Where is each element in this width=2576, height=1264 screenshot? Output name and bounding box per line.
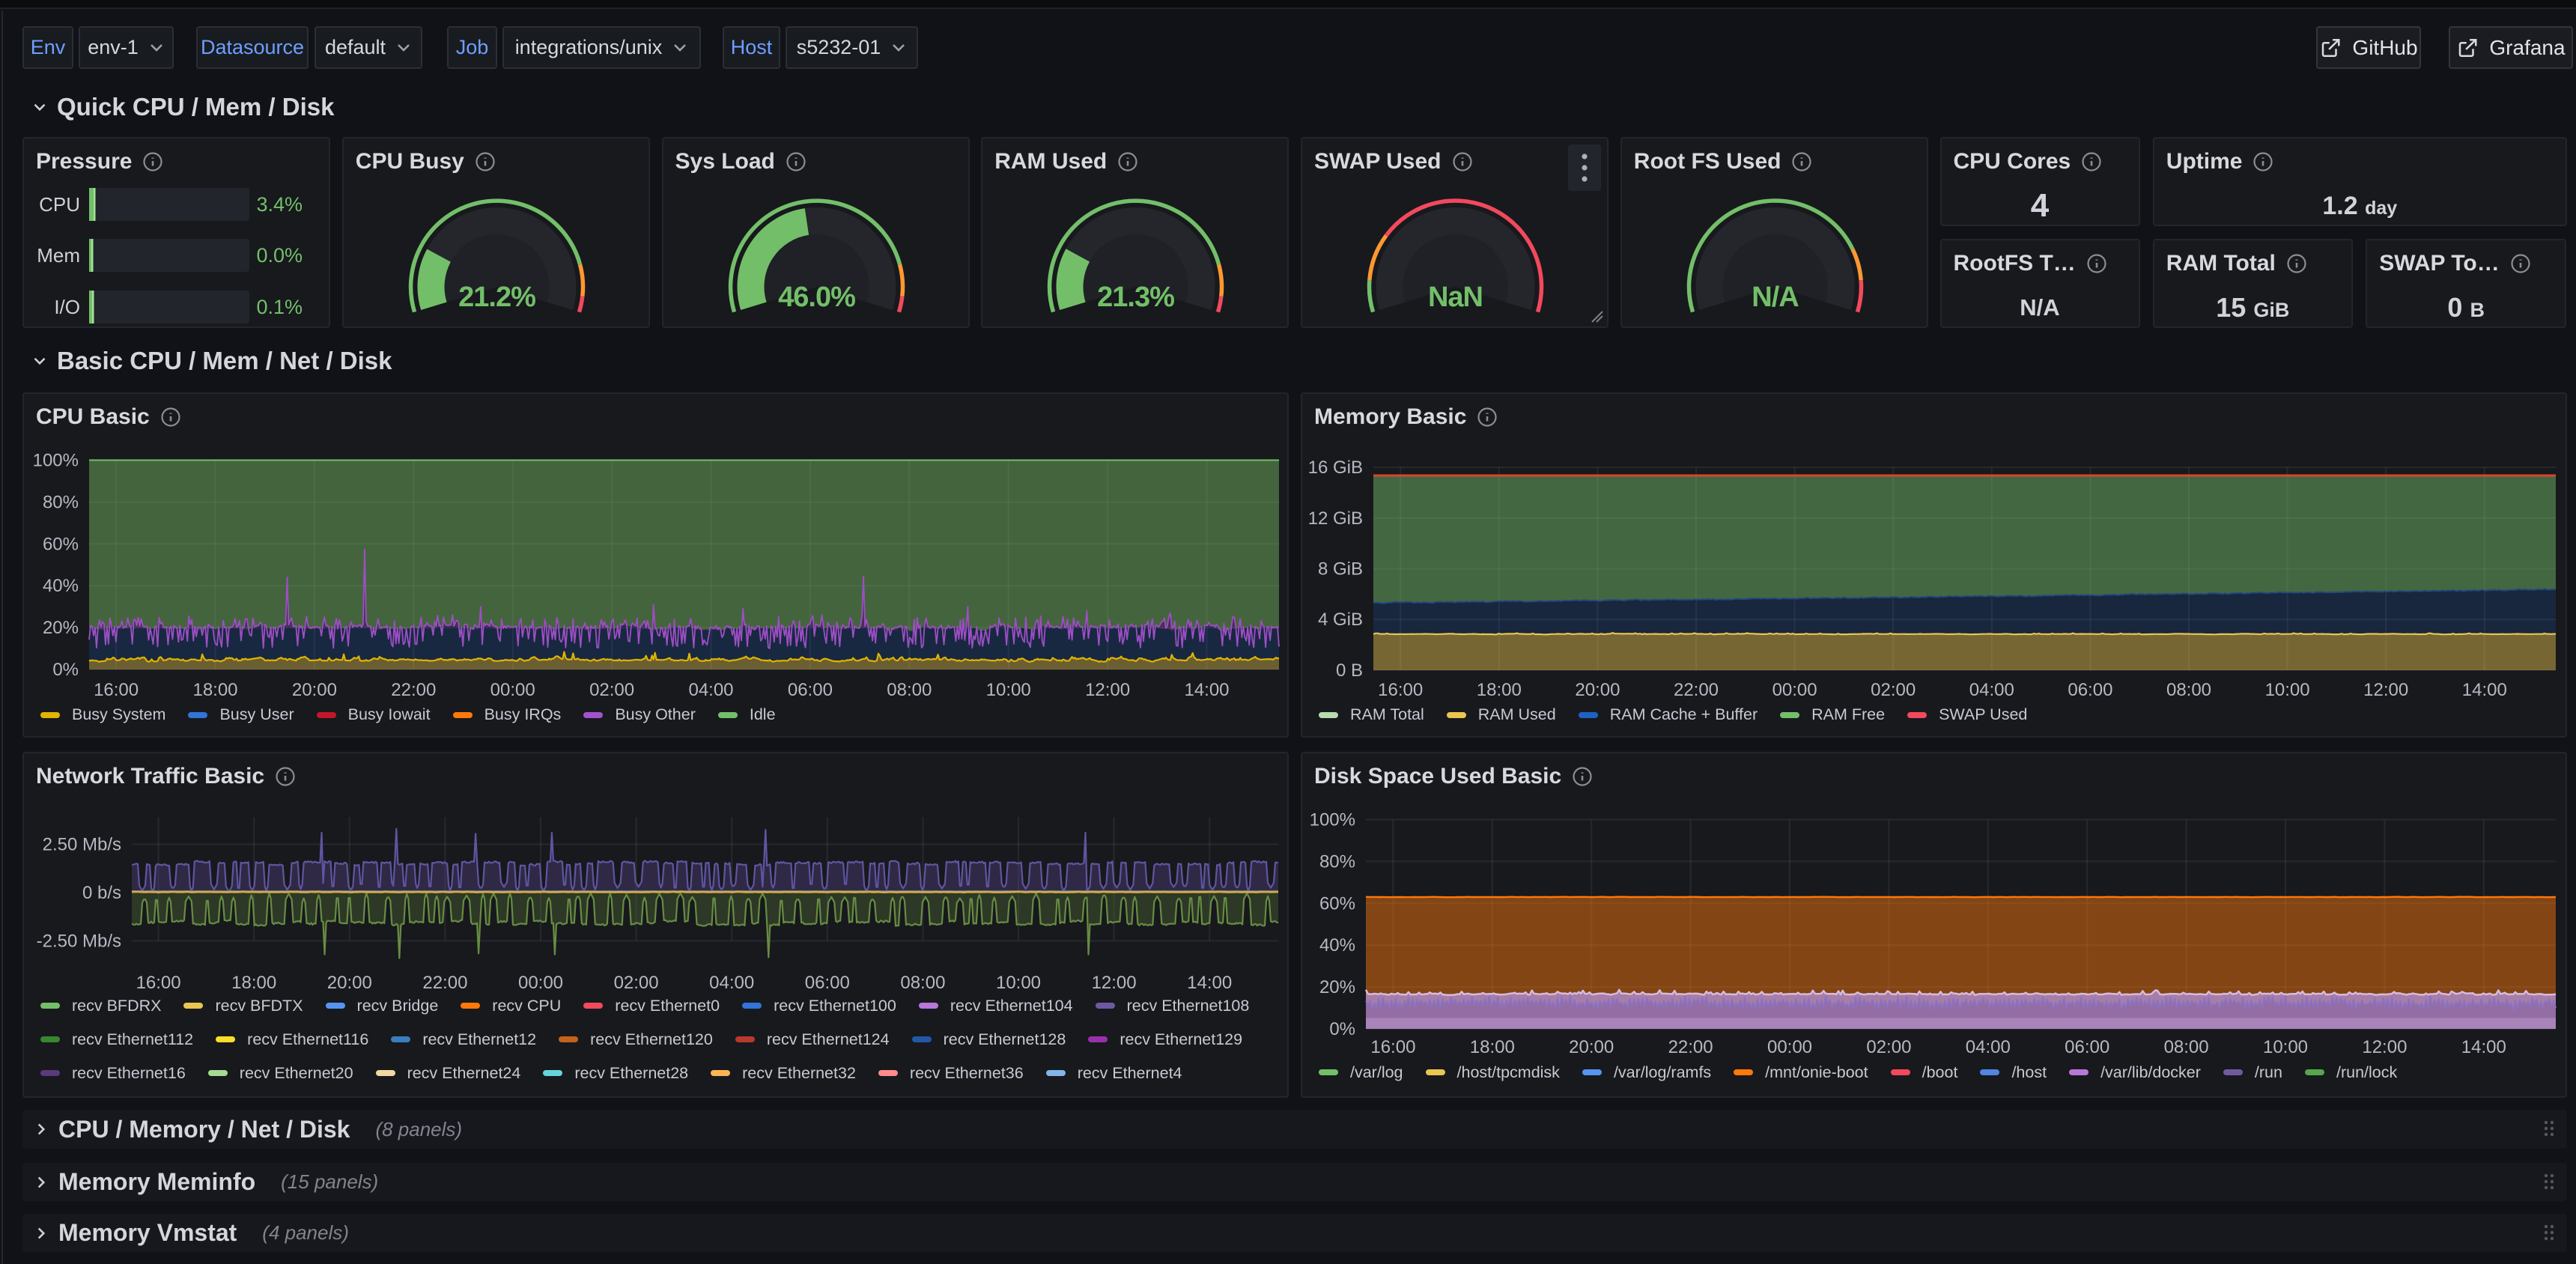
- svg-text:N/A: N/A: [1752, 282, 1799, 313]
- svg-text:04:00: 04:00: [1969, 680, 2014, 700]
- svg-text:46.0%: 46.0%: [778, 282, 855, 313]
- svg-text:0%: 0%: [52, 660, 79, 680]
- svg-text:08:00: 08:00: [887, 680, 932, 700]
- svg-text:40%: 40%: [43, 576, 79, 596]
- svg-text:60%: 60%: [1319, 893, 1355, 914]
- svg-text:21.3%: 21.3%: [1097, 282, 1174, 313]
- svg-text:20:00: 20:00: [1575, 680, 1620, 700]
- svg-text:10:00: 10:00: [986, 680, 1031, 700]
- svg-text:02:00: 02:00: [589, 680, 634, 700]
- svg-text:06:00: 06:00: [2068, 680, 2112, 700]
- svg-text:18:00: 18:00: [231, 973, 276, 993]
- svg-text:04:00: 04:00: [1966, 1037, 2011, 1057]
- svg-text:04:00: 04:00: [709, 973, 754, 993]
- svg-text:14:00: 14:00: [2461, 1037, 2506, 1057]
- svg-text:18:00: 18:00: [192, 680, 237, 700]
- svg-text:12:00: 12:00: [1092, 973, 1137, 993]
- svg-text:08:00: 08:00: [2164, 1037, 2209, 1057]
- svg-text:18:00: 18:00: [1470, 1037, 1515, 1057]
- svg-text:8 GiB: 8 GiB: [1318, 559, 1363, 580]
- svg-text:0.1%: 0.1%: [256, 296, 303, 318]
- svg-text:08:00: 08:00: [2166, 680, 2211, 700]
- svg-text:16:00: 16:00: [1370, 1037, 1415, 1057]
- svg-text:14:00: 14:00: [1187, 973, 1232, 993]
- svg-text:20:00: 20:00: [292, 680, 337, 700]
- svg-text:00:00: 00:00: [518, 973, 563, 993]
- svg-text:14:00: 14:00: [2462, 680, 2507, 700]
- svg-text:21.2%: 21.2%: [458, 282, 535, 313]
- svg-text:I/O: I/O: [54, 296, 80, 318]
- svg-text:18:00: 18:00: [1477, 680, 1522, 700]
- svg-text:60%: 60%: [43, 534, 79, 554]
- svg-text:-2.50 Mb/s: -2.50 Mb/s: [37, 931, 121, 951]
- svg-text:22:00: 22:00: [1668, 1037, 1713, 1057]
- svg-text:2.50 Mb/s: 2.50 Mb/s: [43, 834, 121, 854]
- svg-text:08:00: 08:00: [900, 973, 945, 993]
- svg-text:00:00: 00:00: [1767, 1037, 1812, 1057]
- svg-text:02:00: 02:00: [1871, 680, 1916, 700]
- svg-text:20%: 20%: [1319, 977, 1355, 997]
- svg-text:12:00: 12:00: [2363, 680, 2408, 700]
- svg-text:0 b/s: 0 b/s: [82, 883, 121, 903]
- svg-text:10:00: 10:00: [996, 973, 1041, 993]
- svg-text:02:00: 02:00: [1866, 1037, 1911, 1057]
- svg-text:Mem: Mem: [37, 244, 80, 267]
- svg-text:06:00: 06:00: [805, 973, 850, 993]
- svg-text:04:00: 04:00: [688, 680, 733, 700]
- svg-text:14:00: 14:00: [1184, 680, 1229, 700]
- svg-text:12 GiB: 12 GiB: [1308, 508, 1363, 529]
- svg-text:CPU: CPU: [39, 193, 80, 216]
- svg-text:22:00: 22:00: [1674, 680, 1719, 700]
- svg-text:12:00: 12:00: [1085, 680, 1130, 700]
- svg-text:10:00: 10:00: [2265, 680, 2310, 700]
- svg-text:22:00: 22:00: [391, 680, 436, 700]
- svg-text:NaN: NaN: [1428, 282, 1483, 313]
- svg-text:80%: 80%: [1319, 851, 1355, 872]
- svg-text:06:00: 06:00: [2065, 1037, 2109, 1057]
- svg-text:00:00: 00:00: [490, 680, 535, 700]
- svg-text:80%: 80%: [43, 492, 79, 512]
- svg-text:16 GiB: 16 GiB: [1308, 458, 1363, 478]
- svg-text:12:00: 12:00: [2362, 1037, 2407, 1057]
- svg-text:16:00: 16:00: [136, 973, 181, 993]
- svg-text:4 GiB: 4 GiB: [1318, 610, 1363, 630]
- svg-text:20:00: 20:00: [1569, 1037, 1614, 1057]
- svg-text:40%: 40%: [1319, 935, 1355, 955]
- svg-text:100%: 100%: [33, 451, 79, 471]
- svg-text:00:00: 00:00: [1772, 680, 1817, 700]
- svg-text:02:00: 02:00: [614, 973, 659, 993]
- svg-text:10:00: 10:00: [2263, 1037, 2308, 1057]
- svg-text:0 B: 0 B: [1336, 660, 1363, 681]
- svg-text:20:00: 20:00: [327, 973, 372, 993]
- svg-text:16:00: 16:00: [94, 680, 139, 700]
- svg-text:20%: 20%: [43, 618, 79, 638]
- svg-text:0.0%: 0.0%: [256, 244, 303, 267]
- svg-text:06:00: 06:00: [788, 680, 833, 700]
- svg-text:100%: 100%: [1310, 809, 1355, 830]
- svg-text:16:00: 16:00: [1378, 680, 1423, 700]
- svg-text:22:00: 22:00: [422, 973, 467, 993]
- svg-text:0%: 0%: [1329, 1019, 1355, 1039]
- svg-text:3.4%: 3.4%: [256, 193, 303, 216]
